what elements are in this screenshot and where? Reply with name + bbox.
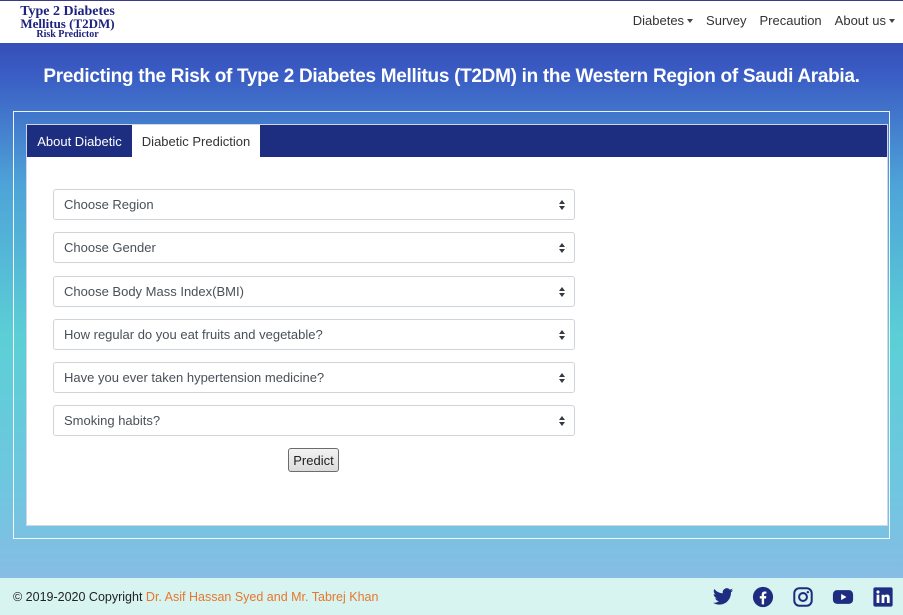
nav-about-label: About us (834, 13, 886, 28)
fruits-vegetables-select[interactable]: How regular do you eat fruits and vegeta… (53, 319, 575, 350)
gender-select-value: Choose Gender (64, 240, 156, 255)
caret-down-icon (889, 18, 895, 23)
nav-diabetes-label: Diabetes (632, 13, 685, 28)
select-arrows-icon (559, 243, 565, 254)
prediction-panel: About Diabetic Diabetic Prediction Choos… (26, 124, 888, 526)
navbar: Type 2 Diabetes Mellitus (T2DM) Risk Pre… (0, 0, 903, 43)
brand-line-3: Risk Predictor (36, 29, 99, 40)
nav-diabetes-dropdown[interactable]: Diabetes (632, 13, 694, 28)
bmi-select-value: Choose Body Mass Index(BMI) (64, 284, 244, 299)
select-arrows-icon (559, 330, 565, 341)
facebook-icon[interactable] (752, 586, 774, 608)
social-links (712, 586, 894, 608)
region-select[interactable]: Choose Region (53, 189, 575, 220)
footer: © 2019-2020 Copyright Dr. Asif Hassan Sy… (0, 578, 903, 615)
brand-logo[interactable]: Type 2 Diabetes Mellitus (T2DM) Risk Pre… (10, 5, 125, 40)
twitter-icon[interactable] (712, 586, 734, 608)
select-arrows-icon (559, 416, 565, 427)
select-arrows-icon (559, 373, 565, 384)
linkedin-icon[interactable] (872, 586, 894, 608)
nav-about-dropdown[interactable]: About us (835, 13, 895, 28)
authors-link[interactable]: Dr. Asif Hassan Syed and Mr. Tabrej Khan (146, 590, 379, 604)
copyright-label: © 2019-2020 Copyright (13, 590, 143, 604)
tab-about-diabetic[interactable]: About Diabetic (27, 125, 132, 157)
select-arrows-icon (559, 200, 565, 211)
caret-down-icon (687, 18, 694, 23)
bmi-select[interactable]: Choose Body Mass Index(BMI) (53, 276, 575, 307)
youtube-icon[interactable] (832, 586, 854, 608)
hypertension-select[interactable]: Have you ever taken hypertension medicin… (53, 362, 575, 393)
nav-precaution-label: Precaution (759, 13, 822, 28)
tab-bar: About Diabetic Diabetic Prediction (27, 125, 887, 158)
nav-survey-link[interactable]: Survey (706, 13, 746, 28)
smoking-select-value: Smoking habits? (64, 413, 161, 428)
nav-menu: Diabetes Survey Precaution About us (633, 13, 895, 28)
nav-survey-label: Survey (706, 13, 747, 28)
nav-precaution-link[interactable]: Precaution (760, 13, 822, 28)
hypertension-select-value: Have you ever taken hypertension medicin… (64, 370, 325, 385)
predict-button[interactable]: Predict (288, 448, 339, 472)
region-select-value: Choose Region (64, 197, 154, 212)
select-arrows-icon (559, 287, 565, 298)
copyright-text: © 2019-2020 Copyright Dr. Asif Hassan Sy… (13, 590, 378, 604)
smoking-select[interactable]: Smoking habits? (53, 405, 575, 436)
fruits-select-value: How regular do you eat fruits and vegeta… (64, 327, 323, 342)
instagram-icon[interactable] (792, 586, 814, 608)
gender-select[interactable]: Choose Gender (53, 232, 575, 263)
page-title: Predicting the Risk of Type 2 Diabetes M… (43, 66, 860, 87)
tab-diabetic-prediction[interactable]: Diabetic Prediction (132, 125, 260, 158)
